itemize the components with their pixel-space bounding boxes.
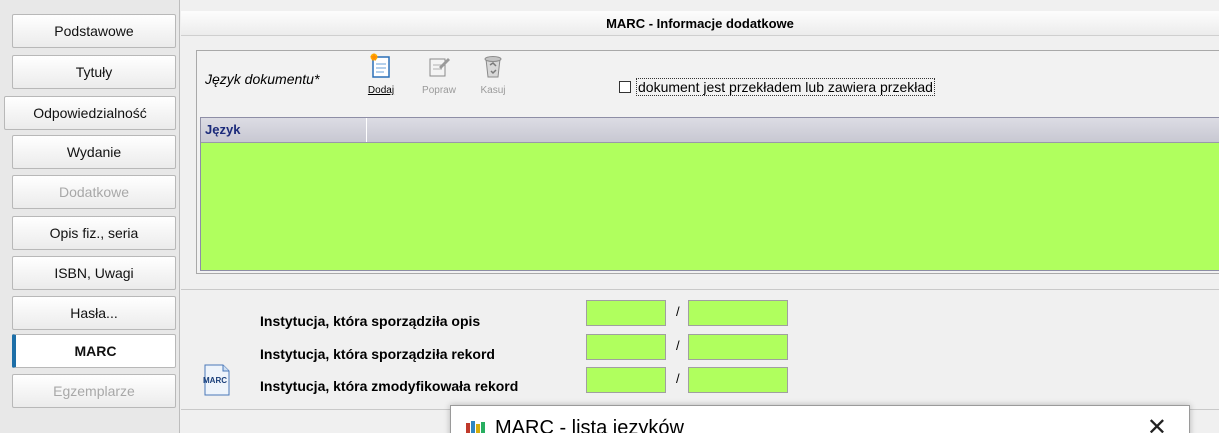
side-navigation: Podstawowe Tytuły Odpowiedzialność Wydan…	[0, 0, 180, 433]
edit-button-label: Popraw	[422, 85, 456, 96]
separator-slash: /	[676, 338, 680, 353]
page-title: MARC - Informacje dodatkowe	[181, 11, 1219, 36]
edit-document-icon	[429, 58, 450, 77]
nav-tab-tytuly[interactable]: Tytuły	[12, 55, 176, 89]
institution-record-code-field[interactable]	[586, 334, 666, 360]
language-panel: Język dokumentu* Dodaj Popraw Kasuj doku…	[196, 50, 1219, 274]
language-label: Język dokumentu*	[205, 71, 320, 87]
delete-button: Kasuj	[475, 53, 511, 96]
language-list-dialog[interactable]: MARC - lista języków ✕	[450, 405, 1190, 433]
language-table[interactable]: Język	[200, 117, 1219, 271]
nav-tab-dodatkowe: Dodatkowe	[12, 175, 176, 209]
dialog-title: MARC - lista języków	[495, 417, 684, 433]
nav-tab-isbn-uwagi[interactable]: ISBN, Uwagi	[12, 256, 176, 290]
edit-button: Popraw	[421, 53, 457, 96]
institution-modified-code-field[interactable]	[586, 367, 666, 393]
books-icon	[466, 421, 485, 433]
section-divider	[181, 289, 1219, 290]
language-table-header: Język	[201, 118, 1219, 143]
marc-document-icon: MARC	[203, 364, 230, 396]
separator-slash: /	[676, 371, 680, 386]
institution-modified-subcode-field[interactable]	[688, 367, 788, 393]
institution-description-code-field[interactable]	[586, 300, 666, 326]
translation-checkbox-label[interactable]: dokument jest przekładem lub zawiera prz…	[636, 78, 935, 96]
nav-tab-odpowiedzialnosc[interactable]: Odpowiedzialność	[4, 96, 176, 130]
nav-tab-opis-fiz-seria[interactable]: Opis fiz., seria	[12, 216, 176, 250]
new-document-icon	[370, 53, 390, 78]
translation-checkbox-row[interactable]: dokument jest przekładem lub zawiera prz…	[619, 78, 935, 96]
add-button[interactable]: Dodaj	[363, 53, 399, 96]
institution-modified-label: Instytucja, która zmodyfikowała rekord	[260, 378, 519, 394]
svg-text:MARC: MARC	[203, 376, 227, 385]
nav-tab-hasla[interactable]: Hasła...	[12, 296, 176, 330]
nav-tab-egzemplarze: Egzemplarze	[12, 374, 176, 408]
translation-checkbox[interactable]	[619, 81, 631, 93]
nav-tab-wydanie[interactable]: Wydanie	[12, 135, 176, 169]
nav-tab-podstawowe[interactable]: Podstawowe	[12, 14, 176, 48]
add-button-label: Dodaj	[367, 85, 395, 96]
delete-button-label: Kasuj	[480, 85, 506, 96]
column-header-jezyk[interactable]: Język	[201, 118, 367, 142]
separator-slash: /	[676, 304, 680, 319]
close-icon[interactable]: ✕	[1147, 413, 1167, 433]
institution-description-label: Instytucja, która sporządziła opis	[260, 313, 481, 329]
recycle-bin-icon	[484, 56, 502, 78]
column-header-extra[interactable]	[367, 118, 1219, 142]
institution-description-subcode-field[interactable]	[688, 300, 788, 326]
nav-tab-marc[interactable]: MARC	[12, 334, 176, 368]
institution-record-subcode-field[interactable]	[688, 334, 788, 360]
institution-record-label: Instytucja, która sporządziła rekord	[260, 346, 495, 362]
